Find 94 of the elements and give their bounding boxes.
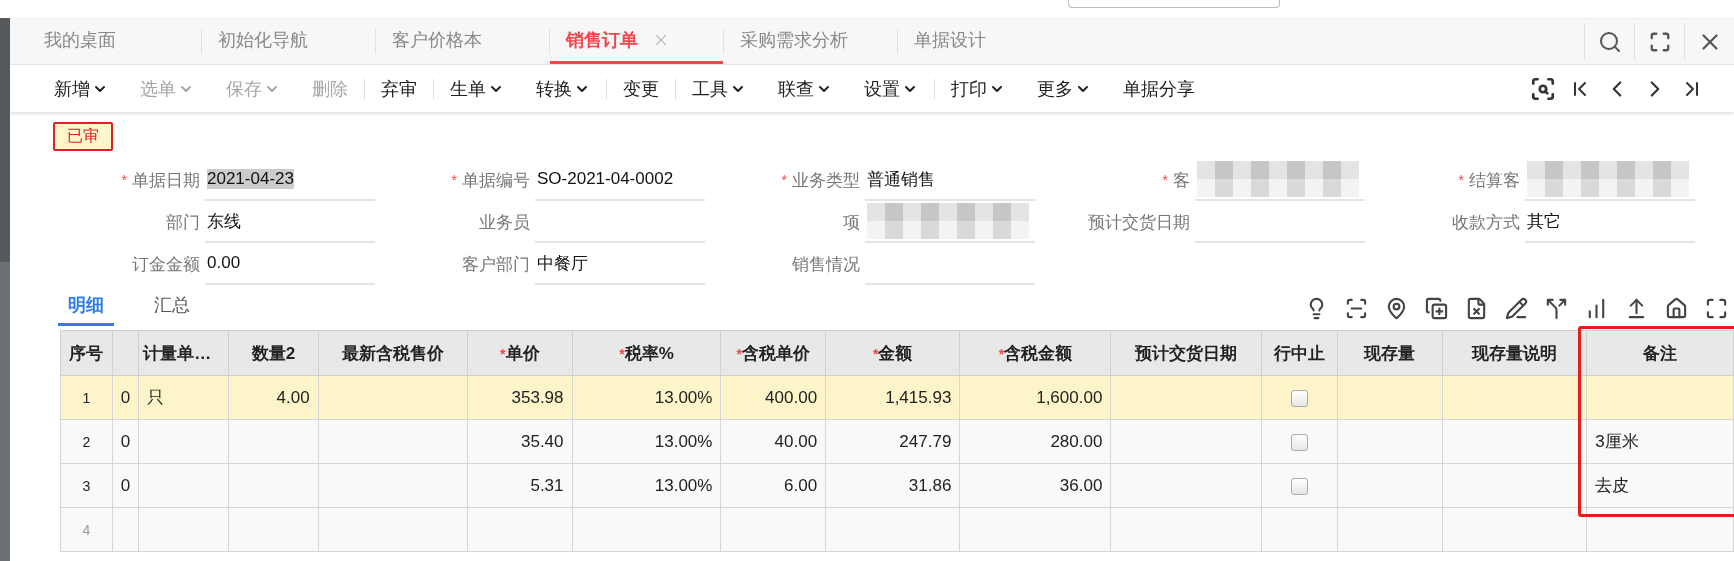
column-header[interactable]: *单价 xyxy=(467,330,572,376)
map-pin-icon[interactable] xyxy=(1385,297,1408,320)
required-mark: * xyxy=(1458,172,1464,188)
fullscreen-icon xyxy=(1648,30,1671,53)
toolbar-button[interactable]: 单据分享 xyxy=(1107,76,1211,101)
column-header[interactable]: 计量单… xyxy=(138,330,229,376)
table-cell: 去皮 xyxy=(1586,463,1734,508)
search-field[interactable] xyxy=(1068,0,1280,8)
input-field[interactable]: 普通销售 xyxy=(865,159,1035,201)
table-cell: 280.00 xyxy=(959,419,1111,464)
field-label: 单据日期 xyxy=(132,169,200,192)
field-label: 收款方式 xyxy=(1452,211,1520,234)
toolbar-button[interactable]: 生单 xyxy=(434,76,520,101)
toolbar-button[interactable]: 变更 xyxy=(607,76,675,101)
table-cell: 13.00% xyxy=(572,419,721,464)
input-field[interactable] xyxy=(865,201,1035,243)
file-x-icon[interactable] xyxy=(1465,297,1488,320)
field-label: 订金金额 xyxy=(132,253,200,276)
input-field[interactable]: 0.00 xyxy=(205,243,375,285)
column-header[interactable]: 序号 xyxy=(60,330,113,376)
scan-frame-icon[interactable] xyxy=(1345,297,1368,320)
checkbox[interactable] xyxy=(1290,433,1308,451)
fullscreen-icon[interactable] xyxy=(1705,297,1728,320)
input-field[interactable]: 中餐厅 xyxy=(535,243,705,285)
table-cell: 35.40 xyxy=(467,419,572,464)
table-cell: 5.31 xyxy=(467,463,572,508)
toolbar-button[interactable]: 打印 xyxy=(935,76,1021,101)
field-label: 客户部门 xyxy=(462,253,530,276)
table-cell: 只 xyxy=(138,375,229,420)
column-header[interactable]: *税率% xyxy=(572,330,721,376)
column-header[interactable]: 备注 xyxy=(1586,330,1734,376)
input-field[interactable] xyxy=(1195,159,1365,201)
required-mark: * xyxy=(121,172,127,188)
toolbar-button[interactable]: 转换 xyxy=(520,76,606,101)
column-header[interactable]: 现存量 xyxy=(1337,330,1443,376)
field-label: 部门 xyxy=(166,211,200,234)
field-label: 预计交货日期 xyxy=(1088,211,1190,234)
table-cell: 353.98 xyxy=(467,375,572,420)
required-mark: * xyxy=(781,172,787,188)
toolbar-button[interactable]: 设置 xyxy=(848,76,934,101)
field-label: 客 xyxy=(1173,169,1190,192)
table-cell: 1,415.93 xyxy=(825,375,960,420)
column-header[interactable]: 数量2 xyxy=(228,330,319,376)
table-cell: 31.86 xyxy=(825,463,960,508)
input-field[interactable] xyxy=(1525,159,1695,201)
copy-plus-icon[interactable] xyxy=(1425,297,1448,320)
row-number: 2 xyxy=(60,419,113,464)
toolbar-button[interactable]: 工具 xyxy=(676,76,762,101)
table-cell: 400.00 xyxy=(720,375,826,420)
find-icon[interactable] xyxy=(1530,75,1556,102)
input-field[interactable]: 2021-04-23 xyxy=(205,159,375,201)
row-number: 4 xyxy=(60,507,113,552)
field-label: 结算客 xyxy=(1469,169,1520,192)
column-header[interactable]: *含税金额 xyxy=(959,330,1111,376)
required-mark: * xyxy=(451,172,457,188)
column-header[interactable]: 现存量说明 xyxy=(1442,330,1587,376)
table-cell: 247.79 xyxy=(825,419,960,464)
table-cell: 1,600.00 xyxy=(959,375,1111,420)
toolbar-button[interactable]: 联查 xyxy=(762,76,848,101)
table-cell: 36.00 xyxy=(959,463,1111,508)
table-cell: 3厘米 xyxy=(1586,419,1734,464)
input-field[interactable]: 东线 xyxy=(205,201,375,243)
field-label: 项 xyxy=(843,211,860,234)
table-cell: 4.00 xyxy=(228,375,319,420)
column-header[interactable]: 最新含税售价 xyxy=(318,330,468,376)
toolbar-button[interactable]: 新增 xyxy=(38,76,124,101)
field-label: 销售情况 xyxy=(792,253,860,276)
required-mark: * xyxy=(1162,172,1168,188)
row-number: 3 xyxy=(60,463,113,508)
table-cell: 13.00% xyxy=(572,375,721,420)
split-icon[interactable] xyxy=(1545,297,1568,320)
tab[interactable]: 明细 xyxy=(58,289,114,326)
table-cell: 40.00 xyxy=(720,419,826,464)
column-header[interactable]: 行中止 xyxy=(1261,330,1338,376)
column-header[interactable]: *含税单价 xyxy=(720,330,826,376)
toolbar-button[interactable]: 更多 xyxy=(1021,76,1107,101)
input-field[interactable]: SO-2021-04-0002 xyxy=(535,159,705,201)
checkbox[interactable] xyxy=(1290,389,1308,407)
pencil-icon[interactable] xyxy=(1505,297,1528,320)
status-badge: 已审 xyxy=(53,122,113,151)
search-icon xyxy=(1597,29,1622,54)
table-cell: 6.00 xyxy=(720,463,826,508)
home-icon[interactable] xyxy=(1665,297,1688,320)
column-header[interactable]: 预计交货日期 xyxy=(1110,330,1262,376)
table-cell: 13.00% xyxy=(572,463,721,508)
field-label: 业务类型 xyxy=(792,169,860,192)
checkbox[interactable] xyxy=(1290,477,1308,495)
toolbar-button[interactable]: 弃审 xyxy=(365,76,433,101)
input-field[interactable]: 其它 xyxy=(1525,201,1695,243)
field-label: 业务员 xyxy=(479,211,530,234)
tab[interactable]: 汇总 xyxy=(144,289,200,326)
column-header[interactable]: *金额 xyxy=(825,330,960,376)
field-label: 单据编号 xyxy=(462,169,530,192)
row-number: 1 xyxy=(60,375,113,420)
